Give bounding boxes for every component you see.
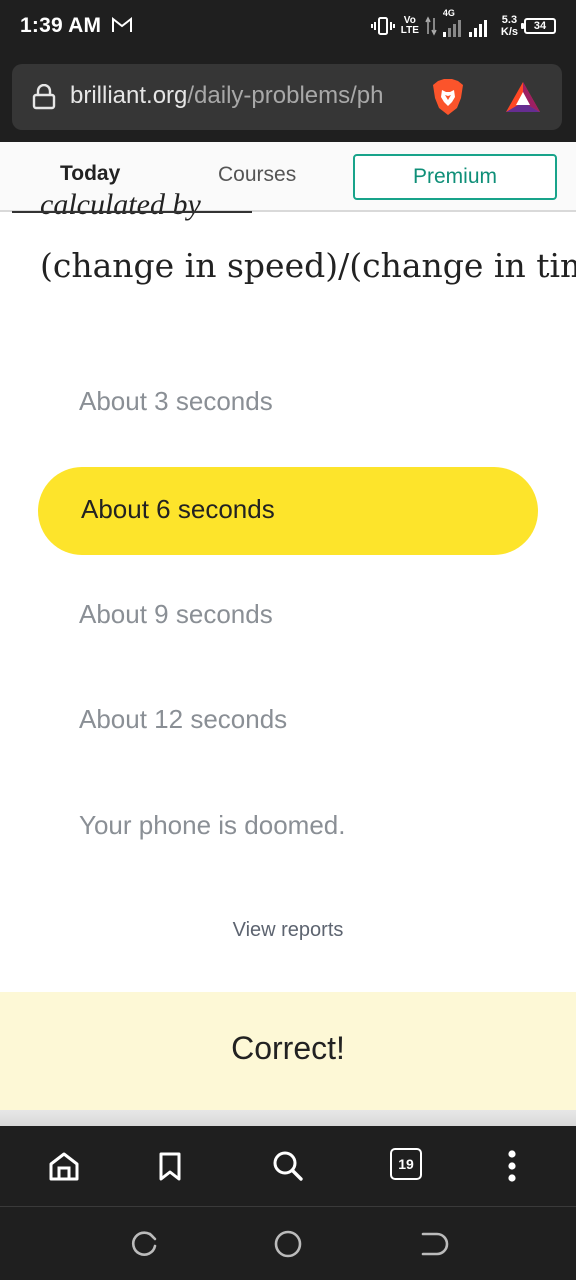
answer-option[interactable]: About 9 seconds — [79, 599, 273, 630]
status-bar: 1:39 AM Vo LTE 4G 5.3 K/s 34 — [0, 0, 576, 52]
volte-bottom: LTE — [400, 25, 419, 36]
menu-dots-icon[interactable] — [500, 1148, 524, 1184]
browser-toolbar: 19 — [0, 1126, 576, 1206]
bookmark-icon[interactable] — [150, 1146, 190, 1186]
signal-group: 4G — [442, 8, 495, 38]
result-message: Correct! — [231, 1030, 345, 1066]
browser-url-area: brilliant.org/daily-problems/ph — [0, 52, 576, 142]
net-speed: 5.3 K/s — [501, 14, 518, 38]
brave-lion-icon[interactable] — [430, 78, 466, 116]
battery-icon: 34 — [521, 18, 556, 34]
url-text[interactable]: brilliant.org/daily-problems/ph — [70, 82, 420, 110]
tab-count: 19 — [398, 1156, 414, 1172]
answer-option-selected[interactable]: About 6 seconds — [38, 467, 538, 555]
status-indicators: Vo LTE 4G 5.3 K/s 34 — [370, 8, 556, 44]
net-speed-value: 5.3 — [501, 14, 518, 26]
url-domain: brilliant.org — [70, 82, 188, 109]
search-icon[interactable] — [268, 1146, 308, 1186]
home-icon[interactable] — [44, 1146, 84, 1186]
result-banner: Correct! — [0, 992, 576, 1110]
volte-indicator: Vo LTE — [401, 16, 419, 36]
signal-icon — [442, 20, 487, 37]
network-type: 4G — [442, 8, 455, 18]
address-bar[interactable]: brilliant.org/daily-problems/ph — [12, 64, 562, 130]
bat-rewards-icon[interactable] — [504, 80, 542, 114]
view-reports-link[interactable]: View reports — [0, 919, 576, 942]
lock-icon[interactable] — [32, 84, 56, 110]
answer-option[interactable]: Your phone is doomed. — [79, 810, 345, 841]
header-underline — [12, 211, 252, 213]
url-path: /daily-problems/ph — [187, 82, 384, 109]
nav-today-link[interactable]: Today — [60, 162, 120, 186]
gmail-icon — [112, 17, 132, 32]
battery-level: 34 — [533, 20, 547, 32]
vibrate-icon — [370, 17, 395, 35]
recent-apps-icon[interactable] — [127, 1227, 161, 1261]
home-circle-icon[interactable] — [271, 1227, 305, 1261]
problem-formula: (change in speed)/(change in tim — [40, 246, 576, 285]
banner-divider — [0, 1110, 576, 1126]
status-time: 1:39 AM — [20, 14, 102, 37]
net-speed-unit: K/s — [500, 26, 518, 38]
answer-option[interactable]: About 3 seconds — [79, 386, 273, 417]
answer-option-label: About 6 seconds — [81, 494, 275, 524]
data-arrows-icon — [425, 16, 437, 36]
tabs-icon[interactable]: 19 — [390, 1148, 422, 1180]
android-nav-bar — [0, 1206, 576, 1280]
nav-courses-link[interactable]: Courses — [218, 163, 296, 187]
answer-option[interactable]: About 12 seconds — [79, 704, 287, 735]
back-icon[interactable] — [415, 1227, 449, 1261]
premium-button[interactable]: Premium — [353, 154, 557, 200]
problem-partial-text: calculated by — [40, 188, 201, 221]
